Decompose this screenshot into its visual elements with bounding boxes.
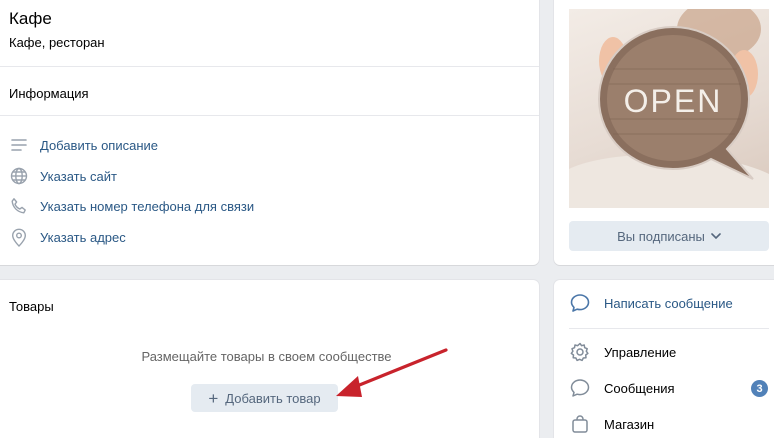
add-website-link[interactable]: Указать сайт [9,164,117,188]
add-website-label: Указать сайт [40,168,117,184]
goods-empty-hint: Размещайте товары в своем сообществе [141,349,392,364]
phone-icon [9,196,29,216]
location-pin-icon [9,227,29,247]
sign-text: OPEN [624,83,723,119]
cover-photo[interactable]: OPEN [569,9,769,208]
subscribed-label: Вы подписаны [617,228,705,244]
divider [0,66,539,67]
group-name: Кафе [9,9,52,28]
gear-icon [569,341,591,363]
divider [569,328,769,329]
globe-icon [9,166,29,186]
unread-count-badge: 3 [751,380,768,397]
cover-card: OPEN Вы подписаны [554,0,774,265]
message-bubble-icon [569,292,591,314]
shopping-bag-icon [569,413,591,435]
group-info-card: Кафе Кафе, ресторан Информация Добавить … [0,0,539,265]
messages-menu-item[interactable]: Сообщения 3 [569,374,774,402]
write-message-button[interactable]: Написать сообщение [569,289,774,317]
messages-label: Сообщения [604,380,675,396]
write-message-label: Написать сообщение [604,295,733,311]
add-description-label: Добавить описание [40,137,158,153]
add-phone-link[interactable]: Указать номер телефона для связи [9,194,254,218]
info-section-title: Информация [9,86,89,101]
plus-icon: + [208,388,219,408]
goods-card: Товары Размещайте товары в своем сообщес… [0,280,539,438]
add-product-button[interactable]: + Добавить товар [191,384,338,412]
manage-menu-item[interactable]: Управление [569,338,774,366]
shop-menu-item[interactable]: Магазин [569,410,774,438]
divider [0,115,539,116]
add-description-link[interactable]: Добавить описание [9,133,158,157]
goods-section-title: Товары [9,299,54,314]
chevron-down-icon [711,231,721,242]
add-address-label: Указать адрес [40,229,126,245]
shop-label: Магазин [604,416,655,432]
subscribed-dropdown-button[interactable]: Вы подписаны [569,221,769,251]
add-phone-label: Указать номер телефона для связи [40,198,255,214]
actions-card: Написать сообщение Управление Сообщения … [554,280,774,438]
lines-icon [9,135,29,155]
group-category: Кафе, ресторан [9,35,105,50]
add-product-label: Добавить товар [225,390,321,406]
manage-label: Управление [604,344,677,360]
add-address-link[interactable]: Указать адрес [9,225,126,249]
chat-bubble-icon [569,377,591,399]
